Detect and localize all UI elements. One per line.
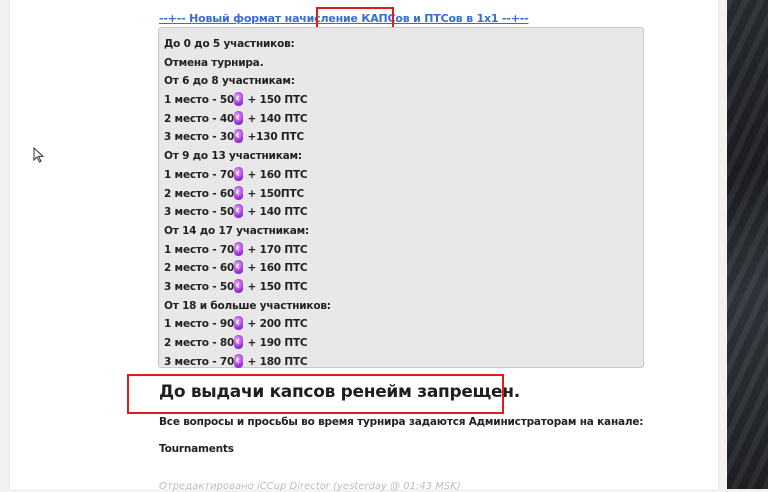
quote-line-text: От 6 до 8 участникам:: [164, 75, 295, 88]
pts-label: + 160 ПТС: [244, 168, 308, 181]
place-label: 3 место - 30: [164, 131, 235, 144]
place-label: 1 место - 70: [164, 168, 235, 181]
place-label: 2 место - 60: [164, 262, 235, 275]
quote-line: 3 место - 30 +130 ПТС: [164, 126, 643, 147]
place-label: 1 место - 70: [164, 243, 235, 256]
currency-icon: [234, 201, 244, 220]
pts-label: + 140 ПТС: [244, 206, 308, 219]
quote-line: 3 место - 50 + 140 ПТС: [164, 201, 643, 222]
pts-label: + 200 ПТС: [244, 318, 308, 331]
place-label: 3 место - 50: [164, 280, 235, 293]
currency-icon: [234, 332, 244, 351]
quote-line: 3 место - 50 + 150 ПТС: [164, 276, 643, 297]
place-label: 1 место - 50: [164, 94, 235, 107]
pts-label: + 160 ПТС: [244, 262, 308, 275]
quote-line: До 0 до 5 участников:: [164, 35, 643, 54]
place-label: 3 место - 50: [164, 206, 235, 219]
currency-icon: [234, 164, 244, 183]
edited-note: Отредактировано iCCup Director (yesterda…: [159, 481, 461, 492]
currency-icon: [234, 108, 244, 126]
currency-icon: [234, 276, 244, 295]
quote-line-text: Отмена турнира.: [164, 56, 264, 69]
highlight-box-notice: [127, 374, 504, 414]
currency-icon: [234, 313, 244, 332]
place-label: 1 место - 90: [164, 318, 235, 331]
prize-quote-block: До 0 до 5 участников: Отмена турнира. От 6…: [158, 27, 644, 369]
quote-line: Отмена турнира.: [164, 54, 643, 73]
pts-label: +130 ПТС: [244, 131, 305, 144]
quote-line-text: До 0 до 5 участников:: [164, 38, 295, 50]
mouse-cursor-icon: [33, 147, 45, 163]
pts-label: + 190 ПТС: [244, 337, 308, 349]
pts-label: + 150 ПТС: [244, 280, 308, 293]
place-label: 2 место - 60: [164, 187, 235, 200]
currency-icon: [234, 239, 244, 257]
questions-text: Все вопросы и просьбы во время турнира з…: [159, 416, 644, 428]
pts-label: + 150ПТС: [244, 187, 305, 200]
quote-line-text: От 14 до 17 участникам:: [164, 224, 310, 237]
currency-icon: [234, 257, 244, 276]
quote-line: 3 место - 70 + 180 ПТС: [164, 351, 643, 372]
currency-icon: [234, 183, 244, 201]
channel-name: Tournaments: [159, 443, 234, 455]
pts-label: + 140 ПТС: [244, 112, 308, 125]
currency-icon: [234, 89, 244, 108]
quote-line-text: От 9 до 13 участникам:: [164, 150, 302, 163]
place-label: 2 место - 40: [164, 112, 235, 125]
place-label: 3 место - 70: [164, 355, 235, 368]
place-label: 2 место - 80: [164, 337, 235, 349]
pts-label: + 150 ПТС: [244, 94, 308, 107]
quote-line-text: От 18 и больше участников:: [164, 299, 331, 312]
currency-icon: [234, 351, 244, 369]
pts-label: + 180 ПТС: [244, 355, 308, 368]
currency-icon: [234, 126, 244, 145]
background-decoration: [727, 0, 768, 489]
pts-label: + 170 ПТС: [244, 243, 308, 256]
